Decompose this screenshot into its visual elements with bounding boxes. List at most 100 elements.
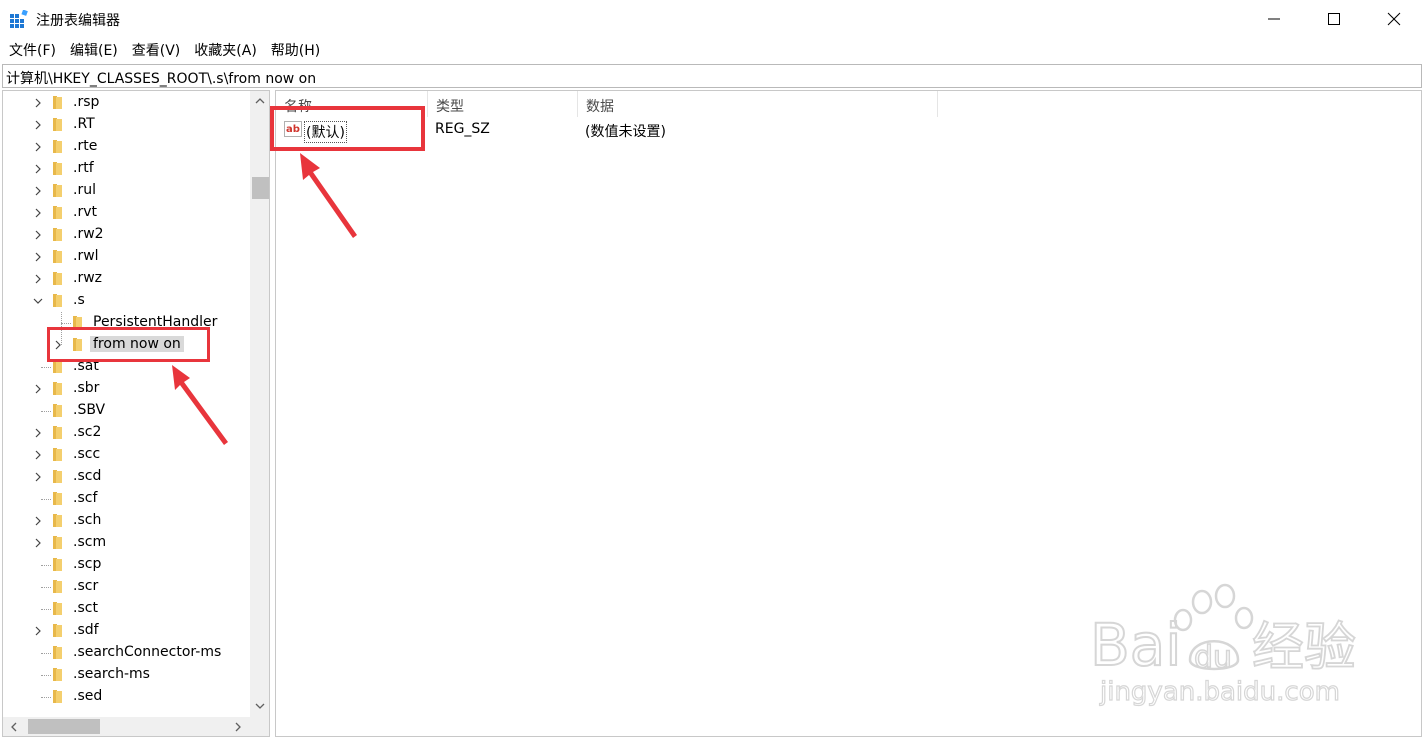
folder-icon: [53, 250, 62, 263]
chevron-right-icon[interactable]: [33, 252, 43, 262]
tree-connector: [41, 367, 51, 368]
tree-item[interactable]: .rtf: [3, 158, 250, 180]
minimize-button[interactable]: [1244, 0, 1304, 38]
folder-icon: [53, 602, 62, 615]
folder-icon: [53, 470, 62, 483]
menu-edit[interactable]: 编辑(E): [65, 40, 123, 60]
maximize-button[interactable]: [1304, 0, 1364, 38]
chevron-right-icon[interactable]: [33, 450, 43, 460]
tree-item-label: .sdf: [73, 622, 99, 638]
menu-bar: 文件(F) 编辑(E) 查看(V) 收藏夹(A) 帮助(H): [0, 38, 1424, 62]
window-title: 注册表编辑器: [36, 13, 120, 29]
tree-item[interactable]: .scm: [3, 532, 250, 554]
folder-icon: [53, 96, 62, 109]
scroll-up-icon[interactable]: [255, 96, 265, 106]
menu-file[interactable]: 文件(F): [4, 40, 61, 60]
tree-horizontal-scroll-thumb[interactable]: [28, 719, 100, 734]
tree-item[interactable]: .rwl: [3, 246, 250, 268]
chevron-right-icon[interactable]: [33, 428, 43, 438]
tree-item-label: .scd: [73, 468, 102, 484]
tree-item-label: .SBV: [73, 402, 106, 418]
folder-icon: [53, 206, 62, 219]
chevron-right-icon[interactable]: [33, 516, 43, 526]
tree-item[interactable]: .sed: [3, 686, 250, 708]
scroll-left-icon[interactable]: [9, 722, 19, 732]
chevron-down-icon[interactable]: [33, 296, 43, 306]
tree-item[interactable]: .scp: [3, 554, 250, 576]
tree-item-label: .s: [73, 292, 85, 308]
tree-vertical-scrollbar[interactable]: [250, 91, 269, 718]
tree-item-label: .RT: [73, 116, 95, 132]
chevron-right-icon[interactable]: [33, 98, 43, 108]
close-icon: [1387, 12, 1401, 26]
tree-item[interactable]: .scd: [3, 466, 250, 488]
chevron-right-icon[interactable]: [33, 472, 43, 482]
menu-favorites[interactable]: 收藏夹(A): [189, 40, 262, 60]
address-path: 计算机\HKEY_CLASSES_ROOT\.s\from now on: [6, 71, 317, 87]
annotation-arrow-icon: [300, 153, 357, 238]
folder-icon: [53, 426, 62, 439]
tree-connector: [41, 587, 51, 588]
menu-view[interactable]: 查看(V): [127, 40, 186, 60]
tree-item[interactable]: .rul: [3, 180, 250, 202]
folder-icon: [53, 140, 62, 153]
tree-item[interactable]: .rwz: [3, 268, 250, 290]
address-bar[interactable]: 计算机\HKEY_CLASSES_ROOT\.s\from now on: [2, 64, 1422, 88]
tree-item[interactable]: .scc: [3, 444, 250, 466]
tree-item[interactable]: .rsp: [3, 92, 250, 114]
folder-icon: [53, 294, 62, 307]
scroll-right-icon[interactable]: [233, 722, 243, 732]
column-header-type[interactable]: 类型: [428, 91, 578, 117]
tree-item-label: .rte: [73, 138, 98, 154]
chevron-right-icon[interactable]: [33, 230, 43, 240]
chevron-right-icon[interactable]: [33, 164, 43, 174]
tree-item-label: .scc: [73, 446, 101, 462]
scroll-down-icon[interactable]: [255, 701, 265, 711]
folder-icon: [53, 448, 62, 461]
tree-item[interactable]: .RT: [3, 114, 250, 136]
column-header-data[interactable]: 数据: [578, 91, 938, 117]
folder-icon: [53, 514, 62, 527]
tree-item[interactable]: .scr: [3, 576, 250, 598]
tree-item[interactable]: .search-ms: [3, 664, 250, 686]
value-type: REG_SZ: [435, 121, 490, 137]
folder-icon: [53, 492, 62, 505]
tree-item[interactable]: .sct: [3, 598, 250, 620]
tree-horizontal-scrollbar[interactable]: [3, 717, 269, 736]
close-button[interactable]: [1364, 0, 1424, 38]
selected-key-highlight: [47, 327, 210, 362]
tree-item[interactable]: .rte: [3, 136, 250, 158]
value-data: (数值未设置): [585, 124, 666, 140]
chevron-right-icon[interactable]: [33, 538, 43, 548]
chevron-right-icon[interactable]: [33, 120, 43, 130]
tree-item-label: .rul: [73, 182, 96, 198]
tree-item[interactable]: .s: [3, 290, 250, 312]
annotation-arrow-icon-2: [172, 365, 228, 445]
folder-icon: [53, 668, 62, 681]
tree-item-label: .rwz: [73, 270, 103, 286]
tree-item[interactable]: .sdf: [3, 620, 250, 642]
tree-item[interactable]: .scf: [3, 488, 250, 510]
chevron-right-icon[interactable]: [33, 384, 43, 394]
tree-item-label: .search-ms: [73, 666, 150, 682]
tree-connector: [41, 565, 51, 566]
folder-icon: [53, 118, 62, 131]
menu-help[interactable]: 帮助(H): [266, 40, 325, 60]
folder-icon: [53, 228, 62, 241]
chevron-right-icon[interactable]: [33, 186, 43, 196]
chevron-right-icon[interactable]: [33, 274, 43, 284]
tree-item[interactable]: .rw2: [3, 224, 250, 246]
default-value-highlight: [270, 106, 425, 151]
tree-item[interactable]: .searchConnector-ms: [3, 642, 250, 664]
chevron-right-icon[interactable]: [33, 142, 43, 152]
watermark-url: jingyan.baidu.com: [1099, 677, 1340, 707]
chevron-right-icon[interactable]: [33, 208, 43, 218]
watermark-brand: Bai: [1090, 611, 1181, 679]
tree-item[interactable]: .rvt: [3, 202, 250, 224]
chevron-right-icon[interactable]: [33, 626, 43, 636]
tree-item[interactable]: .sch: [3, 510, 250, 532]
tree-item-label: .sch: [73, 512, 102, 528]
tree-vertical-scroll-thumb[interactable]: [252, 177, 269, 199]
folder-icon: [53, 184, 62, 197]
tree-connector: [41, 675, 51, 676]
